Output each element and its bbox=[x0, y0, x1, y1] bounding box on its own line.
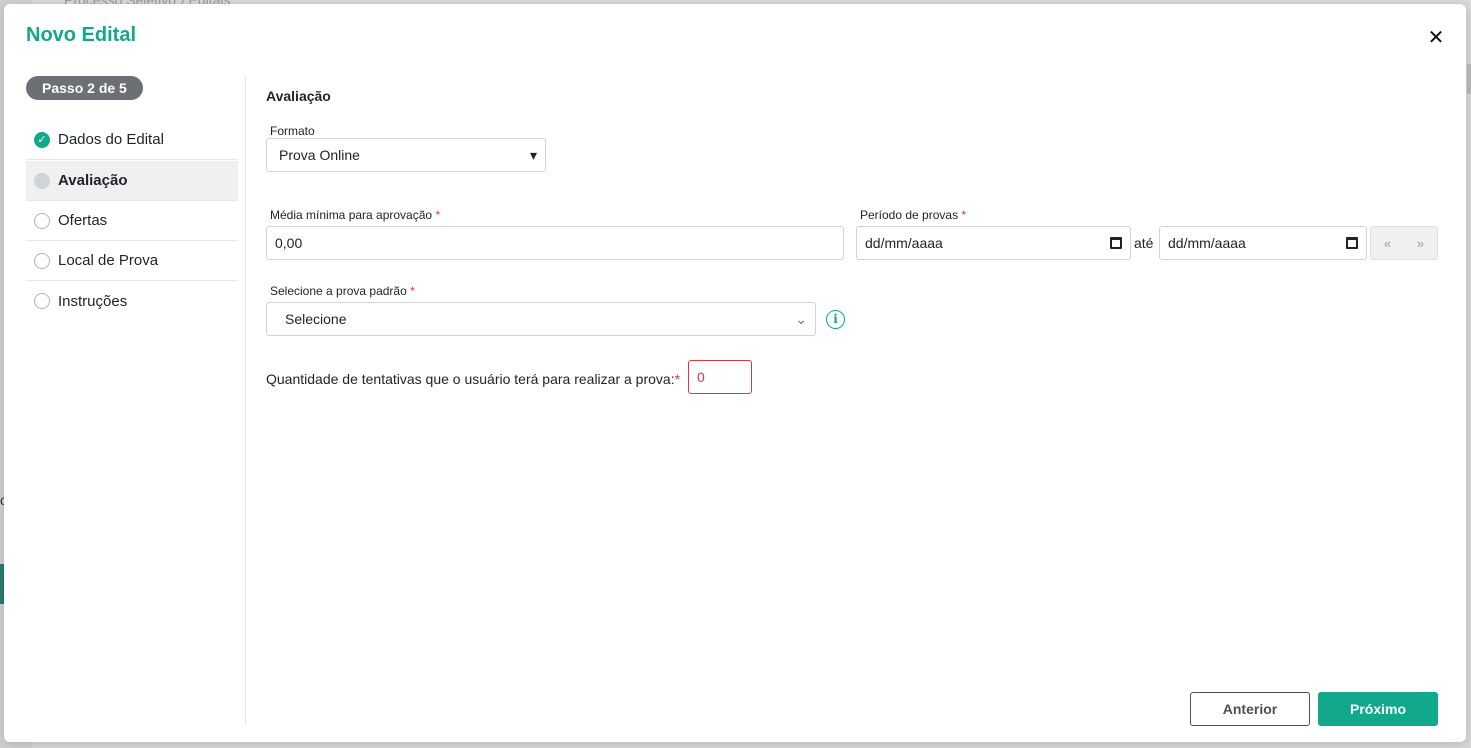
sidebar-divider bbox=[245, 76, 246, 726]
chevron-down-icon: ▾ bbox=[529, 146, 537, 163]
tentativas-label-text: Quantidade de tentativas que o usuário t… bbox=[266, 371, 675, 387]
step-dados-do-edital[interactable]: ✓ Dados do Edital bbox=[26, 120, 238, 160]
periodo-label-text: Período de provas bbox=[860, 208, 959, 222]
info-icon[interactable]: i bbox=[826, 310, 845, 329]
periodo-start-date-input[interactable]: dd/mm/aaaa bbox=[856, 226, 1131, 260]
media-label-text: Média mínima para aprovação bbox=[270, 208, 433, 222]
check-circle-icon: ✓ bbox=[34, 131, 50, 148]
step-list: ✓ Dados do Edital Avaliação Ofertas Loca… bbox=[26, 120, 238, 321]
periodo-end-date-input[interactable]: dd/mm/aaaa bbox=[1159, 226, 1367, 260]
background-right-edge bbox=[1467, 64, 1471, 94]
step-local-de-prova[interactable]: Local de Prova bbox=[26, 241, 238, 281]
step-label: Local de Prova bbox=[58, 252, 159, 269]
double-chevron-left-icon[interactable]: « bbox=[1384, 236, 1391, 251]
media-minima-value: 0,00 bbox=[275, 235, 303, 251]
step-avaliacao[interactable]: Avaliação bbox=[26, 161, 238, 201]
date-nav-buttons: « » bbox=[1370, 226, 1438, 260]
step-instrucoes[interactable]: Instruções bbox=[26, 281, 238, 321]
start-date-placeholder: dd/mm/aaaa bbox=[865, 235, 943, 251]
empty-circle-icon bbox=[34, 212, 50, 229]
prova-padrao-label: Selecione a prova padrão * bbox=[270, 284, 415, 298]
current-step-dot-icon bbox=[34, 172, 50, 189]
tentativas-value: 0 bbox=[697, 369, 705, 385]
required-asterisk: * bbox=[674, 371, 681, 387]
formato-select[interactable]: Prova Online ▾ bbox=[266, 138, 546, 172]
chevron-down-icon: ⌄ bbox=[795, 310, 807, 327]
anterior-button[interactable]: Anterior bbox=[1190, 692, 1310, 726]
prova-padrao-select-value: Selecione bbox=[285, 311, 347, 327]
modal-title: Novo Edital bbox=[26, 24, 137, 46]
tentativas-label: Quantidade de tentativas que o usuário t… bbox=[266, 371, 680, 387]
step-label: Dados do Edital bbox=[58, 131, 164, 148]
periodo-label: Período de provas * bbox=[860, 208, 966, 222]
steps-sidebar: Passo 2 de 5 ✓ Dados do Edital Avaliação… bbox=[26, 76, 238, 726]
section-title: Avaliação bbox=[266, 88, 331, 104]
step-label: Instruções bbox=[58, 292, 128, 310]
required-asterisk: * bbox=[961, 208, 967, 222]
formato-label: Formato bbox=[270, 124, 315, 138]
required-asterisk: * bbox=[410, 284, 415, 298]
step-label: Avaliação bbox=[58, 172, 128, 189]
end-date-placeholder: dd/mm/aaaa bbox=[1168, 235, 1246, 251]
periodo-separator: até bbox=[1134, 235, 1154, 251]
new-edital-modal: Novo Edital ✕ Passo 2 de 5 ✓ Dados do Ed… bbox=[4, 4, 1466, 742]
tentativas-input[interactable]: 0 bbox=[688, 360, 752, 394]
prova-padrao-select[interactable]: Selecione ⌄ bbox=[266, 302, 816, 336]
formato-label-text: Formato bbox=[270, 124, 315, 138]
calendar-icon[interactable] bbox=[1110, 237, 1122, 249]
prova-padrao-label-text: Selecione a prova padrão bbox=[270, 284, 407, 298]
double-chevron-right-icon[interactable]: » bbox=[1417, 236, 1424, 251]
step-label: Ofertas bbox=[58, 212, 108, 229]
proximo-button[interactable]: Próximo bbox=[1318, 692, 1438, 726]
step-badge: Passo 2 de 5 bbox=[26, 76, 143, 100]
empty-circle-icon bbox=[34, 293, 50, 309]
required-asterisk: * bbox=[435, 208, 441, 222]
media-label: Média mínima para aprovação * bbox=[270, 208, 440, 222]
calendar-icon[interactable] bbox=[1346, 237, 1358, 249]
media-minima-input[interactable]: 0,00 bbox=[266, 226, 844, 260]
close-icon[interactable]: ✕ bbox=[1426, 28, 1446, 48]
empty-circle-icon bbox=[34, 252, 50, 269]
step-ofertas[interactable]: Ofertas bbox=[26, 201, 238, 241]
formato-select-value: Prova Online bbox=[279, 147, 360, 163]
